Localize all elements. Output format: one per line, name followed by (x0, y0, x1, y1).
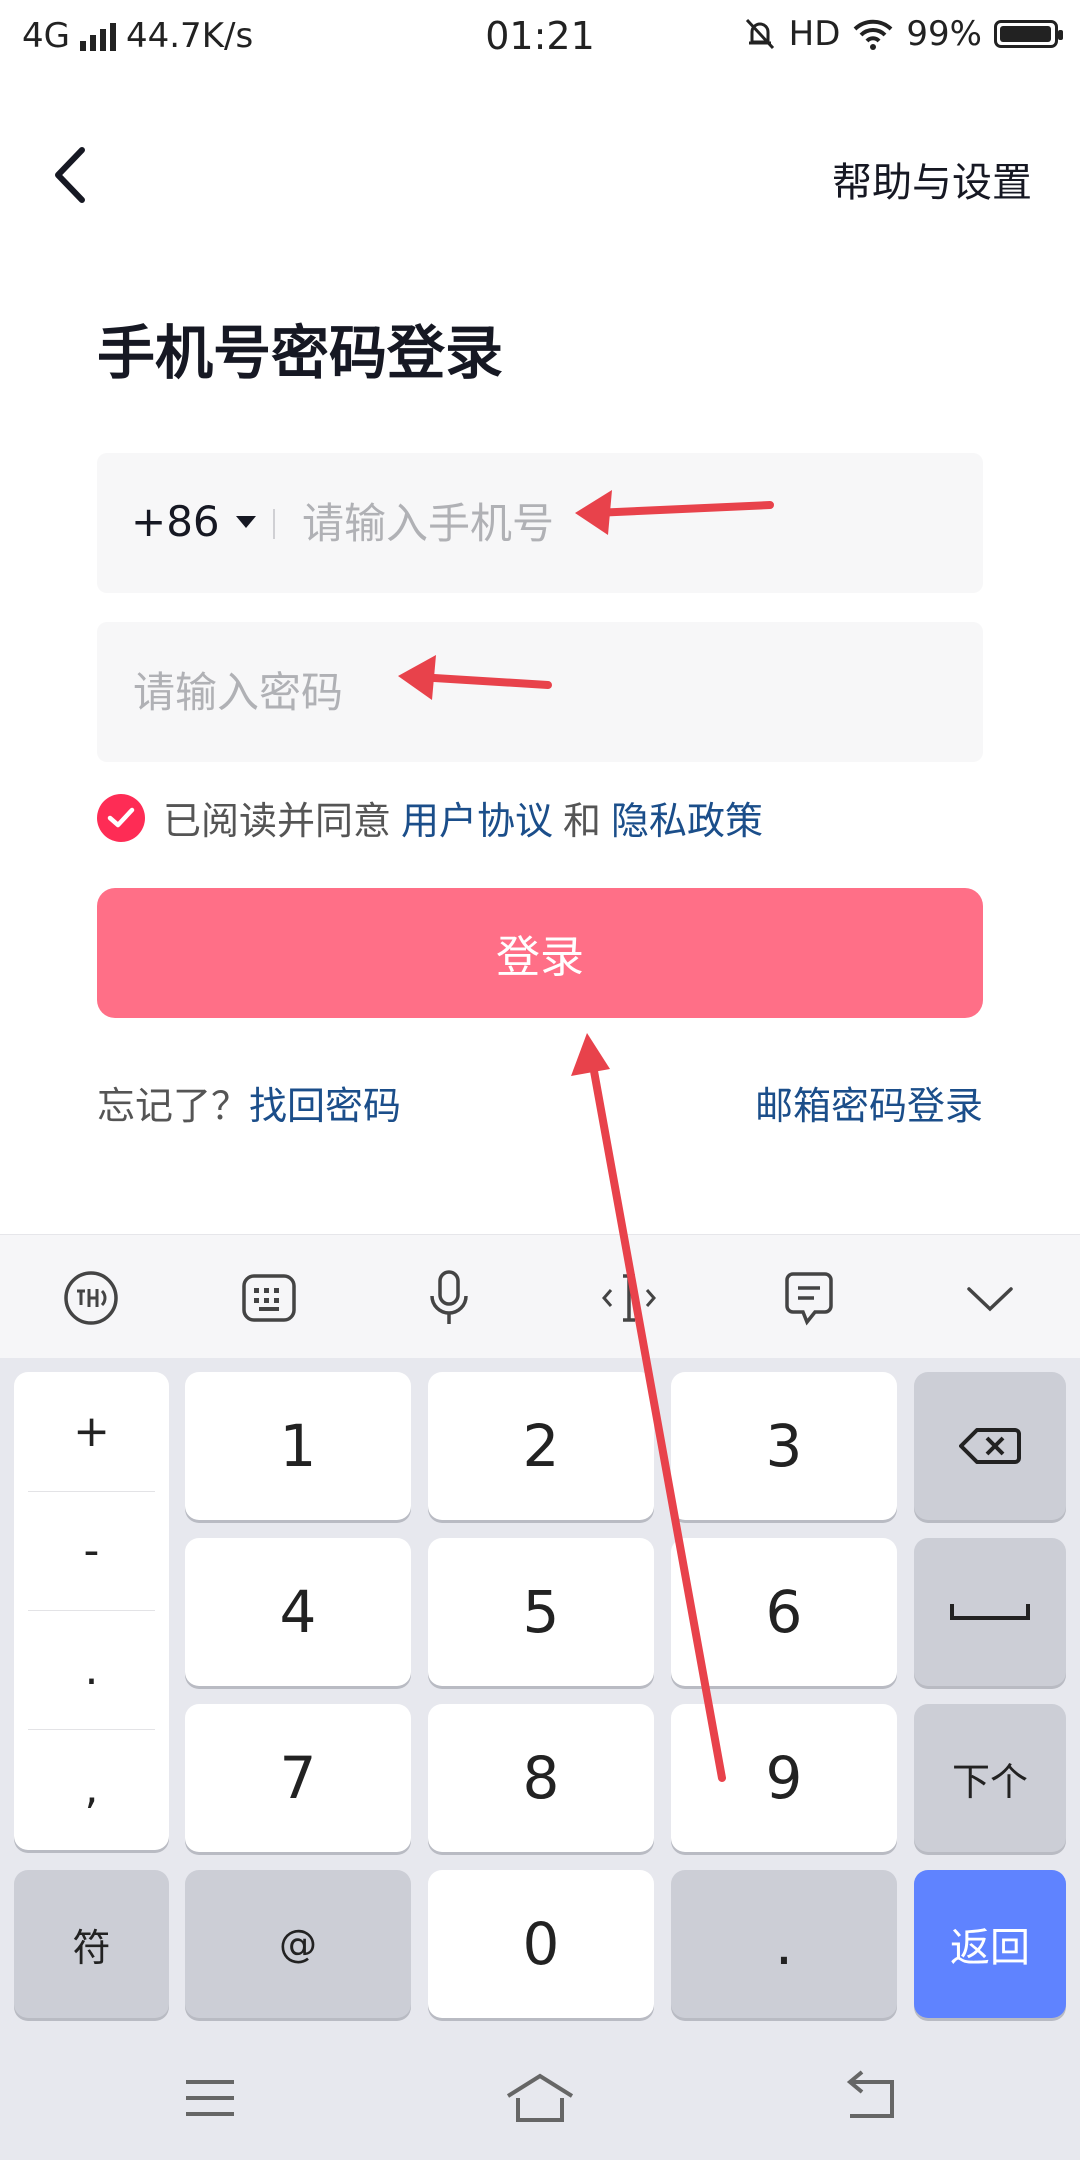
country-code-selector[interactable]: +86 (131, 497, 256, 546)
recover-password-link[interactable]: 找回密码 (249, 1084, 401, 1128)
key-5[interactable]: 5 (428, 1538, 654, 1686)
privacy-policy-link[interactable]: 隐私政策 (611, 790, 763, 845)
ime-logo-button[interactable] (56, 1263, 126, 1333)
numeric-keyboard: + - . , 1 2 3 4 5 6 7 8 9 下个 符 @ 0 . 返回 (0, 1358, 1080, 2038)
wifi-icon (854, 19, 893, 50)
caret-down-icon (235, 515, 256, 528)
phone-input-container: +86 (97, 453, 983, 593)
battery-percent: 99% (906, 14, 982, 54)
password-input[interactable] (133, 668, 933, 717)
keyboard-toolbar (0, 1234, 1080, 1359)
email-login-link[interactable]: 邮箱密码登录 (755, 1075, 983, 1130)
navigation-bar (0, 2038, 1080, 2160)
menu-icon (186, 2080, 234, 2116)
key-3[interactable]: 3 (671, 1372, 897, 1520)
battery-icon (994, 20, 1063, 48)
chevron-left-icon (55, 147, 85, 203)
key-comma[interactable]: , (14, 1729, 169, 1848)
status-bar: 4G 44.7K/s 01:21 HD 99% (0, 0, 1080, 76)
home-nav-button[interactable] (500, 2068, 580, 2128)
password-input-container (97, 622, 983, 762)
return-icon (846, 2070, 894, 2118)
message-icon (785, 1272, 833, 1326)
dot-key[interactable]: . (671, 1870, 897, 2018)
back-button[interactable] (48, 140, 108, 210)
hide-keyboard-button[interactable] (955, 1263, 1025, 1333)
country-code-label: +86 (131, 497, 220, 546)
key-minus[interactable]: - (14, 1491, 169, 1610)
space-key[interactable] (914, 1538, 1066, 1686)
key-1[interactable]: 1 (185, 1372, 411, 1520)
return-key[interactable]: 返回 (914, 1870, 1066, 2018)
next-key[interactable]: 下个 (914, 1704, 1066, 1852)
hd-indicator: HD (788, 14, 841, 54)
bell-off-icon (745, 18, 774, 50)
back-nav-button[interactable] (830, 2068, 910, 2128)
ime-logo-icon (64, 1271, 118, 1325)
key-period[interactable]: . (14, 1610, 169, 1729)
agreement-row: 已阅读并同意 用户协议 和 隐私政策 (97, 790, 773, 845)
keyboard-switch-button[interactable] (234, 1263, 304, 1333)
key-2[interactable]: 2 (428, 1372, 654, 1520)
key-4[interactable]: 4 (185, 1538, 411, 1686)
cursor-icon (602, 1274, 656, 1322)
key-7[interactable]: 7 (185, 1704, 411, 1852)
status-right: HD 99% (743, 14, 1063, 54)
forgot-prefix: 忘记了？ (97, 1084, 250, 1128)
cursor-move-button[interactable] (594, 1263, 664, 1333)
symbol-column: + - . , (14, 1372, 169, 1850)
keyboard-icon (242, 1274, 296, 1322)
key-9[interactable]: 9 (671, 1704, 897, 1852)
home-icon (506, 2073, 574, 2122)
chevron-down-icon (967, 1287, 1013, 1312)
key-plus[interactable]: + (14, 1372, 169, 1491)
agreement-checkbox[interactable] (97, 793, 145, 842)
backspace-key[interactable] (914, 1372, 1066, 1520)
key-8[interactable]: 8 (428, 1704, 654, 1852)
key-6[interactable]: 6 (671, 1538, 897, 1686)
help-settings-link[interactable]: 帮助与设置 (832, 150, 1032, 208)
user-agreement-link[interactable]: 用户协议 (401, 790, 553, 845)
at-key[interactable]: @ (185, 1870, 411, 2018)
battery-fill (1000, 26, 1052, 42)
backspace-icon (959, 1428, 1021, 1464)
key-0[interactable]: 0 (428, 1870, 654, 2018)
menu-nav-button[interactable] (170, 2068, 250, 2128)
field-divider (273, 509, 275, 539)
page-title: 手机号密码登录 (97, 319, 504, 387)
forgot-password-row: 忘记了？找回密码 (97, 1075, 401, 1130)
agreement-and: 和 (563, 799, 602, 843)
login-button[interactable]: 登录 (97, 888, 983, 1018)
voice-input-button[interactable] (414, 1263, 484, 1333)
agreement-text: 已阅读并同意 (163, 799, 392, 843)
space-icon (950, 1604, 1030, 1620)
clipboard-button[interactable] (774, 1263, 844, 1333)
microphone-icon (430, 1270, 468, 1324)
symbols-key[interactable]: 符 (14, 1870, 169, 2018)
phone-input[interactable] (302, 499, 942, 548)
check-icon (107, 807, 135, 827)
